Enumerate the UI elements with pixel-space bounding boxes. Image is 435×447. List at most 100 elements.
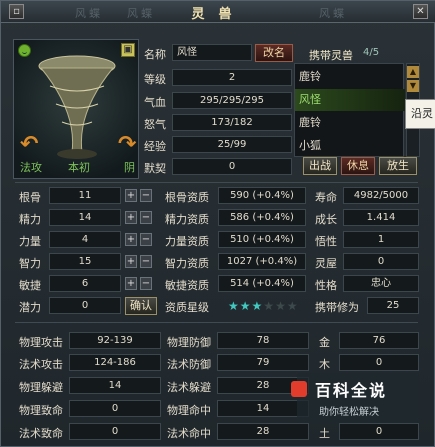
divider bbox=[15, 322, 418, 323]
plus-icon[interactable]: + bbox=[125, 277, 137, 290]
enlighten-label: 悟性 bbox=[315, 235, 337, 248]
root-aptitude-label: 根骨资质 bbox=[165, 191, 209, 204]
scroll-up-icon[interactable]: ▲ bbox=[407, 66, 419, 78]
mag-def-label: 法术防御 bbox=[167, 358, 211, 371]
cultivation-value: 25 bbox=[367, 297, 419, 314]
rename-button[interactable]: 改名 bbox=[255, 44, 293, 62]
rotate-left-icon[interactable]: ↶ bbox=[20, 132, 38, 157]
minus-icon[interactable]: − bbox=[140, 277, 152, 290]
mag-crit-label: 法术致命 bbox=[19, 427, 63, 440]
scroll-down-icon[interactable]: ▼ bbox=[407, 80, 419, 92]
intellect-aptitude-value: 1027 (+0.4%) bbox=[218, 253, 306, 270]
wood-label: 木 bbox=[319, 358, 330, 371]
confirm-button[interactable]: 确认 bbox=[125, 297, 157, 315]
bond-value: 0 bbox=[172, 158, 292, 175]
plus-icon[interactable]: + bbox=[125, 255, 137, 268]
mag-crit-value: 0 bbox=[69, 423, 161, 440]
minus-icon[interactable]: − bbox=[140, 255, 152, 268]
star-filled-icon: ★ bbox=[228, 299, 240, 313]
root-bone-value: 11 bbox=[49, 187, 121, 204]
watermark-subtitle: 助你轻松解决 bbox=[319, 407, 379, 418]
rest-button[interactable]: 休息 bbox=[341, 157, 375, 175]
mag-atk-label: 法术攻击 bbox=[19, 358, 63, 371]
root-bone-label: 根骨 bbox=[19, 191, 41, 204]
mood-smile-icon bbox=[18, 44, 31, 57]
pet-list-item[interactable]: 鹿铃 bbox=[295, 66, 405, 88]
intellect-aptitude-label: 智力资质 bbox=[165, 257, 209, 270]
watermark-title: 百科全说 bbox=[315, 381, 388, 400]
lifespan-label: 寿命 bbox=[315, 191, 337, 204]
rotate-right-icon[interactable]: ↷ bbox=[118, 132, 136, 157]
agility-aptitude-label: 敏捷资质 bbox=[165, 279, 209, 292]
spirit-aptitude-label: 精力资质 bbox=[165, 213, 209, 226]
rage-value: 173/182 bbox=[172, 114, 292, 131]
minus-icon[interactable]: − bbox=[140, 189, 152, 202]
star-empty-icon: ★ bbox=[286, 299, 299, 313]
minus-icon[interactable]: − bbox=[140, 211, 152, 224]
mag-atk-value: 124-186 bbox=[69, 354, 161, 371]
exp-label: 经验 bbox=[144, 140, 166, 153]
phys-hit-label: 物理命中 bbox=[167, 404, 211, 417]
root-aptitude-value: 590 (+0.4%) bbox=[218, 187, 306, 204]
metal-label: 金 bbox=[319, 336, 330, 349]
battle-button[interactable]: 出战 bbox=[303, 157, 337, 175]
phys-dodge-label: 物理躲避 bbox=[19, 381, 63, 394]
name-label: 名称 bbox=[144, 48, 166, 61]
agility-aptitude-value: 514 (+0.4%) bbox=[218, 275, 306, 292]
star-empty-icon: ★ bbox=[275, 299, 287, 313]
plus-icon[interactable]: + bbox=[125, 189, 137, 202]
phys-crit-value: 0 bbox=[69, 400, 161, 417]
phys-atk-value: 92-139 bbox=[69, 332, 161, 349]
phys-def-label: 物理防御 bbox=[167, 336, 211, 349]
watermark-logo-icon bbox=[291, 381, 307, 397]
strength-aptitude-label: 力量资质 bbox=[165, 235, 209, 248]
intellect-label: 智力 bbox=[19, 257, 41, 270]
plus-icon[interactable]: + bbox=[125, 211, 137, 224]
plus-icon[interactable]: + bbox=[125, 233, 137, 246]
strength-aptitude-value: 510 (+0.4%) bbox=[218, 231, 306, 248]
agility-label: 敏捷 bbox=[19, 279, 41, 292]
mag-def-value: 79 bbox=[217, 354, 309, 371]
pet-avatar: ▣ ↶ ↷ 法攻 本初 阴 bbox=[13, 39, 139, 179]
strength-value: 4 bbox=[49, 231, 121, 248]
nature-label: 性格 bbox=[315, 279, 337, 292]
spirit-attr-value: 0 bbox=[343, 253, 419, 270]
star-filled-icon: ★ bbox=[251, 299, 264, 313]
minus-icon[interactable]: − bbox=[140, 233, 152, 246]
title-bar[interactable]: 风蝶 风蝶 风蝶 灵兽 ▫ ✕ bbox=[1, 1, 435, 23]
rage-label: 怒气 bbox=[144, 118, 166, 131]
star-empty-icon: ★ bbox=[263, 299, 276, 313]
tooltip: 沿灵 bbox=[405, 99, 435, 129]
spirit-value: 14 bbox=[49, 209, 121, 226]
hp-value: 295/295/295 bbox=[172, 92, 292, 109]
potential-label: 潜力 bbox=[19, 301, 41, 314]
mag-dodge-label: 法术躲避 bbox=[167, 381, 211, 394]
close-icon[interactable]: ✕ bbox=[413, 4, 428, 19]
hp-label: 气血 bbox=[144, 96, 166, 109]
pet-list-item[interactable]: 鹿铃 bbox=[295, 112, 405, 134]
release-button[interactable]: 放生 bbox=[379, 157, 417, 175]
phys-def-value: 78 bbox=[217, 332, 309, 349]
pet-list-item-selected[interactable]: 风怪 bbox=[295, 89, 405, 111]
growth-label: 成长 bbox=[315, 213, 337, 226]
growth-value: 1.414 bbox=[343, 209, 419, 226]
attack-type-label: 法攻 bbox=[20, 161, 42, 174]
level-value: 2 bbox=[172, 69, 292, 86]
mag-hit-value: 28 bbox=[217, 423, 309, 440]
phys-hit-value: 14 bbox=[217, 400, 309, 417]
spirit-label: 精力 bbox=[19, 213, 41, 226]
lock-icon[interactable]: ▣ bbox=[121, 43, 135, 57]
star-filled-icon: ★ bbox=[239, 299, 252, 313]
window-menu-icon[interactable]: ▫ bbox=[9, 4, 24, 19]
phys-crit-label: 物理致命 bbox=[19, 404, 63, 417]
pet-window: 风蝶 风蝶 风蝶 灵兽 ▫ ✕ ▣ ↶ ↷ 法攻 本初 阴 名称 风怪 改名 等… bbox=[0, 0, 435, 447]
tornado-pet-icon bbox=[38, 55, 116, 159]
carry-label: 携带灵兽 bbox=[309, 49, 353, 62]
pet-list-item[interactable]: 小狐 bbox=[295, 135, 405, 157]
name-field[interactable]: 风怪 bbox=[172, 44, 252, 61]
metal-value: 76 bbox=[339, 332, 419, 349]
agility-value: 6 bbox=[49, 275, 121, 292]
exp-value: 25/99 bbox=[172, 136, 292, 153]
level-label: 等级 bbox=[144, 73, 166, 86]
site-watermark: 百科全说 助你轻松解决 bbox=[291, 373, 419, 423]
